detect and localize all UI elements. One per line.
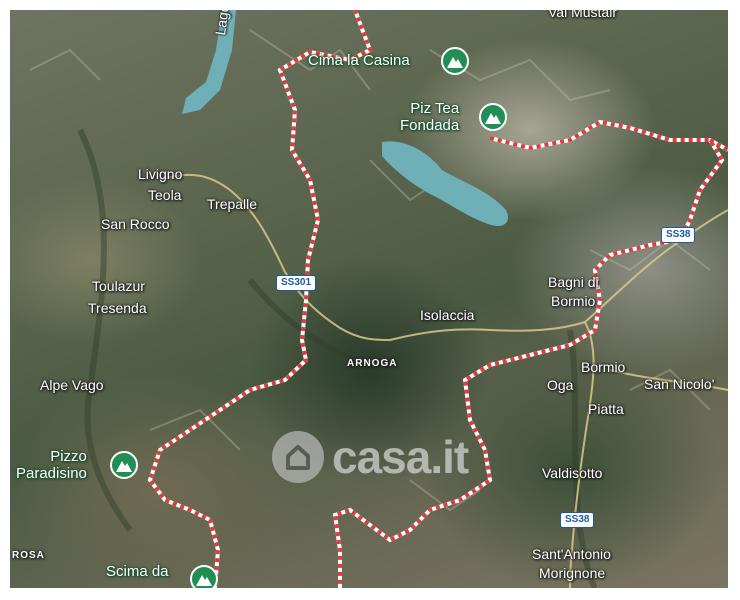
place-label-teola[interactable]: Teola xyxy=(148,187,181,203)
place-label-morignone[interactable]: Morignone xyxy=(539,565,605,581)
house-icon xyxy=(272,431,324,483)
road-shield-ss301[interactable]: SS301 xyxy=(276,275,317,291)
peak-name-line: Paradisino xyxy=(16,465,87,482)
place-label-valdisotto[interactable]: Valdisotto xyxy=(542,465,602,481)
place-label-val-mustair[interactable]: Val Mustair xyxy=(548,10,617,20)
place-label-bormio[interactable]: Bormio xyxy=(581,359,625,375)
road-shield-ss38-south[interactable]: SS38 xyxy=(560,512,595,528)
place-label-bormio-bagni[interactable]: Bormio xyxy=(551,293,595,309)
place-label-trepalle[interactable]: Trepalle xyxy=(207,196,257,212)
place-label-santantonio[interactable]: Sant'Antonio xyxy=(532,546,611,562)
map-view[interactable]: Val Mustair Lago d Livigno Teola Trepall… xyxy=(10,10,728,588)
mountain-icon[interactable] xyxy=(110,451,138,479)
peak-name-line: Cima la Casina xyxy=(308,52,410,69)
place-label-oga[interactable]: Oga xyxy=(547,377,573,393)
peak-label-cima-la-casina[interactable]: Cima la Casina xyxy=(308,52,410,69)
watermark-text: casa.it xyxy=(332,431,469,483)
place-label-livigno[interactable]: Livigno xyxy=(138,166,182,182)
road-shield-ss38-north[interactable]: SS38 xyxy=(661,227,696,243)
place-label-arnoga[interactable]: ARNOGA xyxy=(347,356,397,372)
place-label-san-nicolo[interactable]: San Nicolo' xyxy=(644,376,714,392)
peak-name-line: Scima da xyxy=(106,563,169,580)
place-label-san-rocco[interactable]: San Rocco xyxy=(101,216,169,232)
mountain-icon[interactable] xyxy=(479,103,507,131)
mountain-icon[interactable] xyxy=(190,565,218,588)
watermark: casa.it xyxy=(272,430,469,484)
peak-name-line: Piz Tea xyxy=(410,100,460,117)
place-label-tresenda[interactable]: Tresenda xyxy=(88,300,147,316)
peak-label-scima-da[interactable]: Scima da xyxy=(106,563,169,580)
lake-cancano xyxy=(382,141,508,227)
peak-label-pizzo-paradisino[interactable]: Pizzo Paradisino xyxy=(16,448,87,482)
peak-name-line: Pizzo xyxy=(50,448,87,465)
place-label-alpe-vago[interactable]: Alpe Vago xyxy=(40,377,104,393)
place-label-rosa[interactable]: ROSA xyxy=(12,548,45,564)
place-label-toulazur[interactable]: Toulazur xyxy=(92,278,145,294)
peak-label-piz-tea-fondada[interactable]: Piz Tea Fondada xyxy=(400,100,459,134)
place-label-isolaccia[interactable]: Isolaccia xyxy=(420,307,474,323)
place-label-bagni-di[interactable]: Bagni di xyxy=(548,274,599,290)
terrain-layer xyxy=(29,10,728,588)
mountain-icon[interactable] xyxy=(441,47,469,75)
peak-name-line: Fondada xyxy=(400,117,460,134)
place-label-piatta[interactable]: Piatta xyxy=(588,401,624,417)
